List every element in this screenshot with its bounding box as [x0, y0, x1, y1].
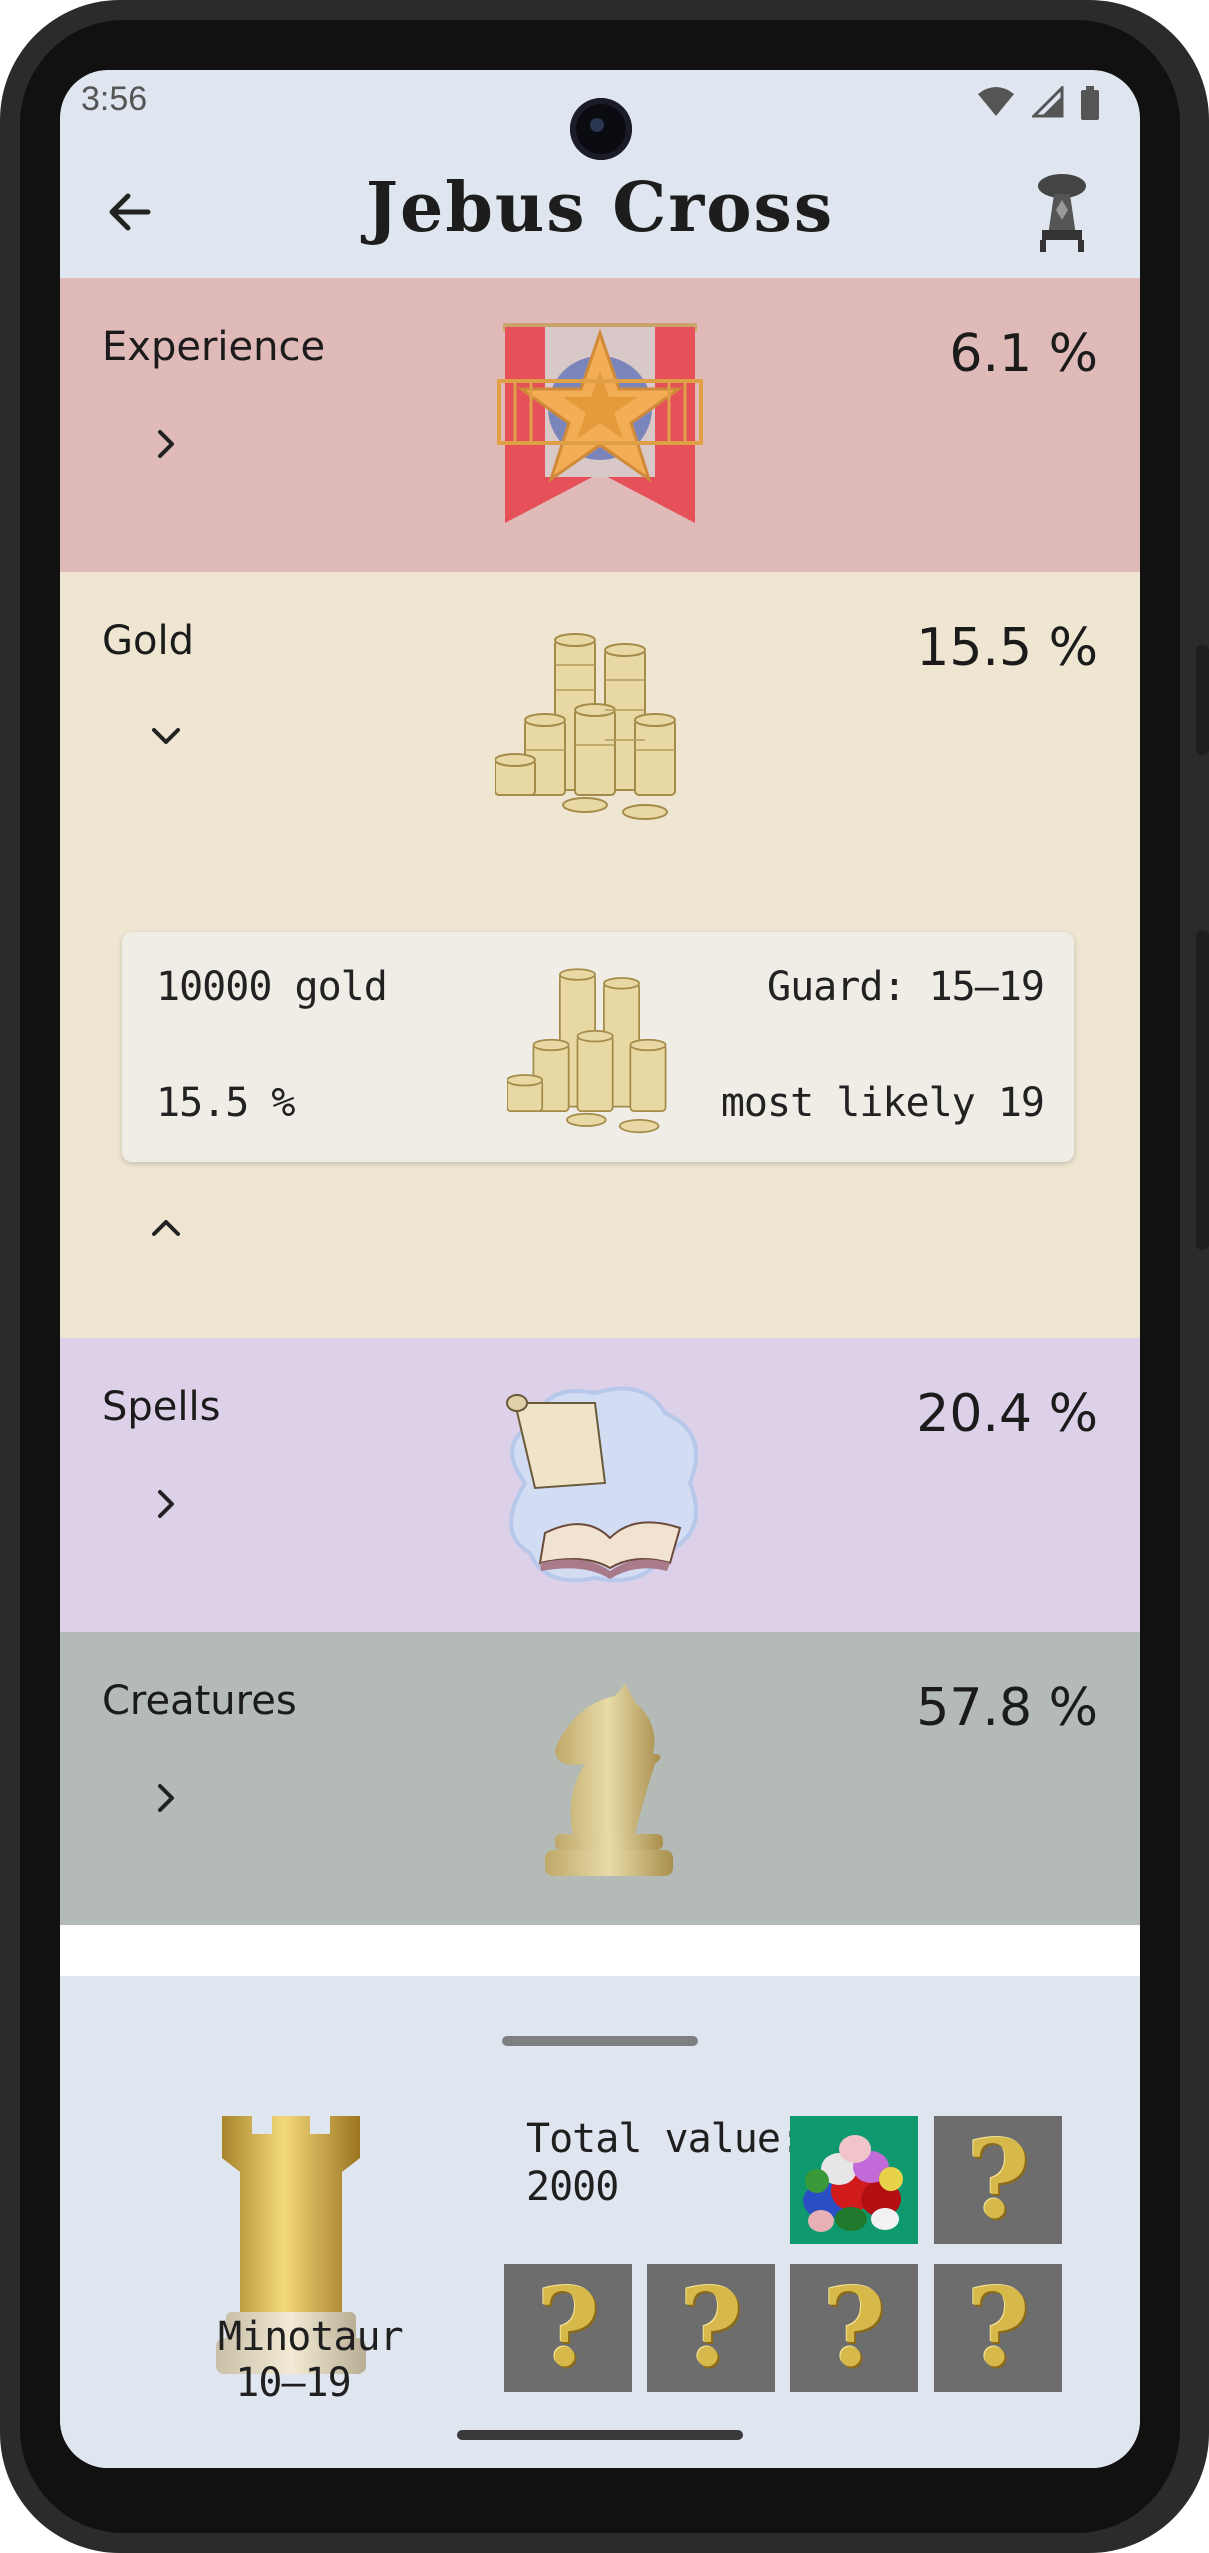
gold-amount: 10000 gold — [156, 964, 388, 1010]
section-percent: 57.8 % — [916, 1678, 1098, 1738]
reward-slot-unknown[interactable]: ? — [934, 2116, 1062, 2244]
section-percent: 15.5 % — [916, 618, 1098, 678]
guard-creature-name: Minotaur — [218, 2314, 404, 2360]
section-spells[interactable]: Spells 20.4 % — [60, 1338, 1140, 1632]
chevron-down-icon[interactable] — [146, 716, 186, 756]
section-label: Spells — [102, 1384, 221, 1430]
reward-slot-unknown[interactable]: ? — [504, 2264, 632, 2392]
section-gold[interactable]: Gold 15.5 % 10000 gold 15.5 % Guard: 15–… — [60, 572, 1140, 1338]
section-label: Gold — [102, 618, 194, 664]
section-label: Creatures — [102, 1678, 297, 1724]
chevron-up-icon[interactable] — [146, 1208, 186, 1248]
section-percent: 20.4 % — [916, 1384, 1098, 1444]
question-mark-icon: ? — [822, 2265, 886, 2391]
gesture-home-bar[interactable] — [457, 2430, 743, 2440]
section-label: Experience — [102, 324, 326, 370]
chevron-right-icon[interactable] — [146, 424, 186, 464]
gold-coins-icon — [507, 968, 667, 1134]
volume-button — [1196, 930, 1209, 1250]
phone-frame: 3:56 Jebus Cross Experience 6.1 % Gold 1… — [0, 0, 1209, 2553]
power-button — [1196, 645, 1209, 755]
guard-range: Guard: 15–19 — [767, 964, 1045, 1010]
location-tower-icon[interactable] — [1032, 170, 1092, 254]
section-experience[interactable]: Experience 6.1 % — [60, 278, 1140, 572]
screen: 3:56 Jebus Cross Experience 6.1 % Gold 1… — [60, 70, 1140, 2468]
section-percent: 6.1 % — [949, 324, 1098, 384]
chevron-right-icon[interactable] — [146, 1484, 186, 1524]
guard-creature-range: 10–19 — [235, 2360, 351, 2406]
total-value: 2000 — [526, 2164, 619, 2210]
bottom-sheet[interactable]: Minotaur 10–19 Total value: 2000 ? ? ? ?… — [60, 1976, 1140, 2468]
gold-coins-icon — [495, 633, 676, 820]
question-mark-icon: ? — [966, 2265, 1030, 2391]
page-title: Jebus Cross — [365, 168, 835, 248]
question-mark-icon: ? — [679, 2265, 743, 2391]
gold-card-percent: 15.5 % — [156, 1080, 295, 1126]
sheet-divider — [60, 1925, 1140, 1976]
gold-reward-card[interactable]: 10000 gold 15.5 % Guard: 15–19 most like… — [122, 932, 1074, 1162]
reward-slot-unknown[interactable]: ? — [647, 2264, 775, 2392]
knight-chess-piece-icon — [545, 1684, 673, 1876]
total-value-label: Total value: — [526, 2116, 804, 2162]
spellbook-scroll-icon — [506, 1386, 699, 1583]
section-creatures[interactable]: Creatures 57.8 % — [60, 1632, 1140, 1925]
question-mark-icon: ? — [536, 2265, 600, 2391]
reward-slot-unknown[interactable]: ? — [934, 2264, 1062, 2392]
gems-icon — [803, 2135, 903, 2232]
chevron-right-icon[interactable] — [146, 1778, 186, 1818]
app-bar: Jebus Cross — [60, 70, 1140, 252]
experience-banner-icon — [497, 323, 703, 523]
drag-handle[interactable] — [502, 2036, 698, 2046]
reward-slot-unknown[interactable]: ? — [790, 2264, 918, 2392]
question-mark-icon: ? — [966, 2117, 1030, 2243]
reward-slot-gems[interactable] — [790, 2116, 918, 2244]
guard-most-likely: most likely 19 — [720, 1080, 1045, 1126]
